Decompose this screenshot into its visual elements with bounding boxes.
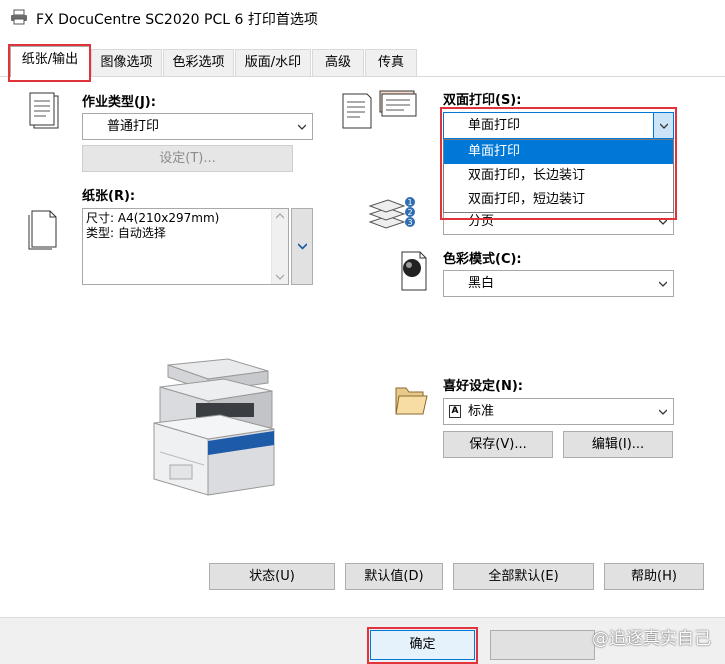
duplex-option-single[interactable]: 单面打印 xyxy=(444,140,673,164)
chevron-down-icon xyxy=(659,281,667,287)
duplex-option-short-edge[interactable]: 双面打印，短边装订 xyxy=(444,188,673,212)
job-type-icon xyxy=(28,92,62,136)
chevron-down-icon xyxy=(298,243,307,250)
duplex-icon xyxy=(340,88,418,136)
edit-button[interactable]: 编辑(I)... xyxy=(563,431,673,458)
duplex-label: 双面打印(S): xyxy=(443,93,522,108)
scroll-up-icon[interactable] xyxy=(276,213,284,219)
printer-illustration xyxy=(150,357,280,506)
tab-image-options[interactable]: 图像选项 xyxy=(91,49,162,76)
paper-type-text: 类型: 自动选择 xyxy=(86,226,166,240)
paper-label: 纸张(R): xyxy=(82,189,136,204)
paper-scrollbar[interactable] xyxy=(271,209,288,284)
window-title: FX DocuCentre SC2020 PCL 6 打印首选项 xyxy=(36,12,318,28)
folder-icon xyxy=(393,380,429,422)
chevron-down-icon xyxy=(660,123,668,129)
help-button[interactable]: 帮助(H) xyxy=(604,563,704,590)
tab-paper-output[interactable]: 纸张/输出 xyxy=(10,46,90,77)
favorites-value: 标准 xyxy=(468,404,495,419)
tab-layout-watermark[interactable]: 版面/水印 xyxy=(235,49,311,76)
job-type-label: 作业类型(J): xyxy=(82,95,156,110)
status-button[interactable]: 状态(U) xyxy=(209,563,335,590)
favorites-select[interactable]: A 标准 xyxy=(443,398,674,425)
svg-text:2: 2 xyxy=(408,208,413,217)
job-type-value: 普通打印 xyxy=(107,119,160,134)
paper-info-box: 尺寸: A4(210x297mm) 类型: 自动选择 xyxy=(82,208,289,285)
favorite-preset-icon: A xyxy=(449,405,461,418)
duplex-dropdown-list: 单面打印 双面打印，长边装订 双面打印，短边装订 xyxy=(443,139,674,213)
chevron-down-icon xyxy=(659,409,667,415)
svg-text:1: 1 xyxy=(408,198,413,207)
color-mode-label: 色彩模式(C): xyxy=(443,252,522,267)
printer-icon xyxy=(10,9,28,25)
chevron-down-icon xyxy=(659,219,667,225)
duplex-select[interactable]: 单面打印 xyxy=(443,112,674,139)
color-mode-icon xyxy=(398,250,430,296)
color-mode-select[interactable]: 黑白 xyxy=(443,270,674,297)
favorites-label: 喜好设定(N): xyxy=(443,379,523,394)
color-mode-value: 黑白 xyxy=(468,276,495,291)
tab-strip: 纸张/输出 图像选项 色彩选项 版面/水印 高级 传真 xyxy=(0,46,725,77)
watermark-text: @追逐真实自己 xyxy=(592,629,711,649)
collate-icon: 1 2 3 xyxy=(366,192,416,236)
default-button[interactable]: 默认值(D) xyxy=(345,563,443,590)
save-button[interactable]: 保存(V)... xyxy=(443,431,553,458)
paper-size-text: 尺寸: A4(210x297mm) xyxy=(86,211,220,225)
paper-icon xyxy=(28,208,58,254)
tab-advanced[interactable]: 高级 xyxy=(312,49,364,76)
scroll-down-icon[interactable] xyxy=(276,274,284,280)
tab-fax[interactable]: 传真 xyxy=(365,49,417,76)
collate-value: 分页 xyxy=(468,214,495,229)
duplex-option-long-edge[interactable]: 双面打印，长边装订 xyxy=(444,164,673,188)
svg-text:3: 3 xyxy=(408,218,413,227)
cancel-button[interactable] xyxy=(490,630,595,660)
title-bar: FX DocuCentre SC2020 PCL 6 打印首选项 xyxy=(0,0,725,36)
job-type-select[interactable]: 普通打印 xyxy=(82,113,313,140)
all-default-button[interactable]: 全部默认(E) xyxy=(453,563,594,590)
ok-button[interactable]: 确定 xyxy=(370,630,475,660)
paper-dropdown-button[interactable] xyxy=(291,208,313,285)
duplex-dropdown-toggle[interactable] xyxy=(653,113,673,138)
duplex-value: 单面打印 xyxy=(468,118,521,133)
job-settings-button[interactable]: 设定(T)... xyxy=(82,145,293,172)
chevron-down-icon xyxy=(298,124,306,130)
tab-color-options[interactable]: 色彩选项 xyxy=(163,49,234,76)
